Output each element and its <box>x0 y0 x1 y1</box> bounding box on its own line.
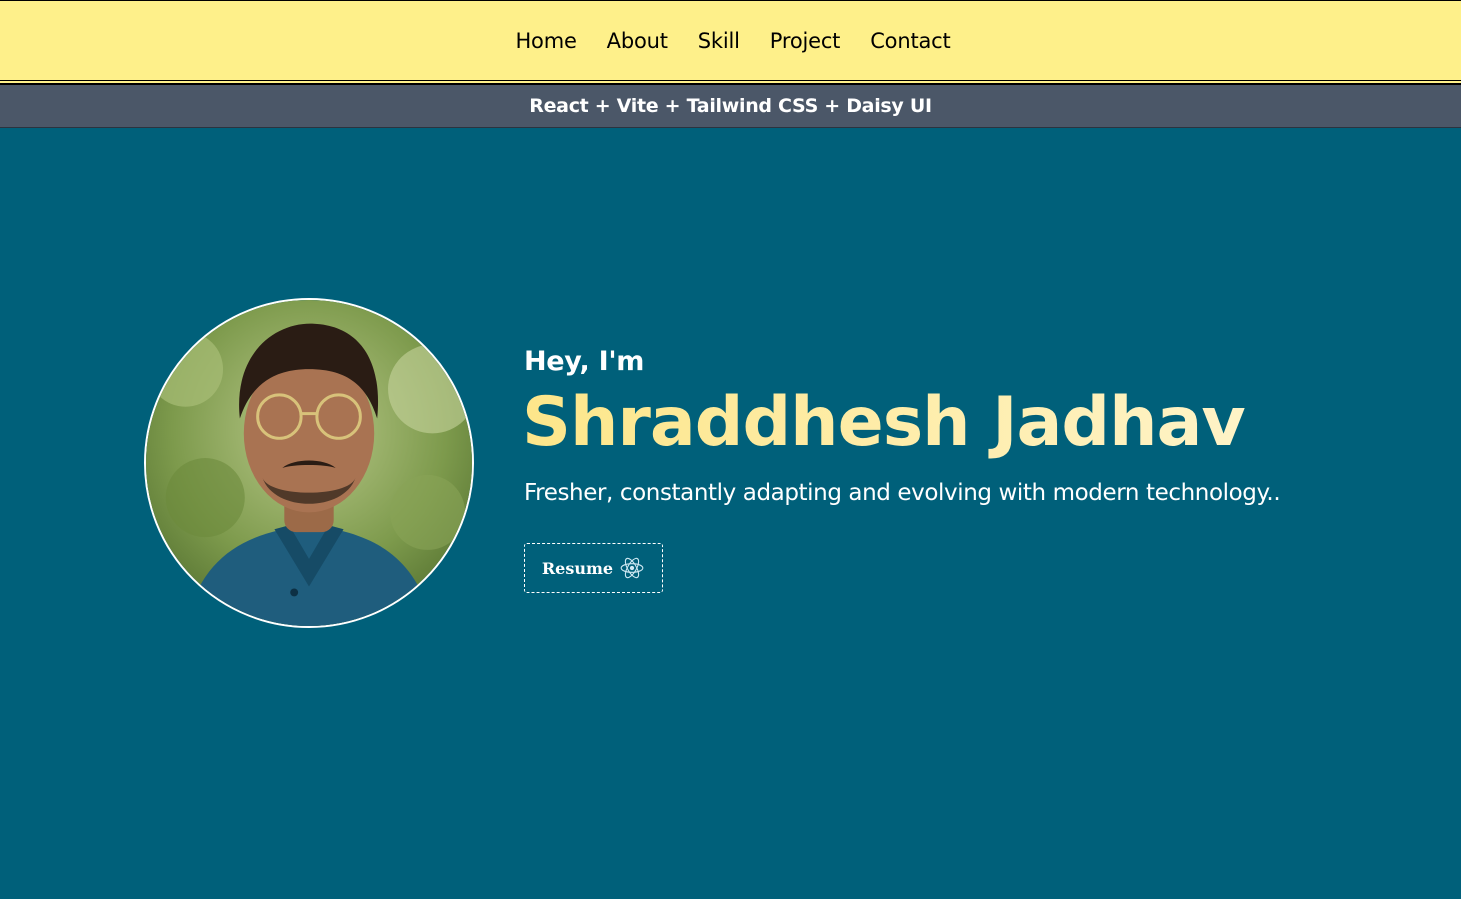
resume-label: Resume <box>541 558 614 578</box>
nav-item-skill: Skill <box>698 29 740 53</box>
react-atom-icon <box>620 557 644 579</box>
nav-link-contact[interactable]: Contact <box>870 29 951 53</box>
hero-tagline: Fresher, constantly adapting and evolvin… <box>524 480 1281 506</box>
tech-stack-text: React + Vite + Tailwind CSS + Daisy UI <box>529 95 932 117</box>
nav-item-home: Home <box>515 29 576 53</box>
hero-section: Hey, I'm Shraddhesh Jadhav Fresher, cons… <box>0 128 1461 899</box>
tech-stack-banner: React + Vite + Tailwind CSS + Daisy UI <box>0 85 1461 128</box>
nav-link-project[interactable]: Project <box>770 29 841 53</box>
resume-button[interactable]: Resume <box>524 543 663 593</box>
top-navbar: Home About Skill Project Contact <box>0 0 1461 80</box>
profile-avatar <box>144 298 474 628</box>
profile-photo <box>146 300 472 626</box>
nav-link-home[interactable]: Home <box>515 29 576 53</box>
nav-list: Home About Skill Project Contact <box>510 29 950 53</box>
hero-name: Shraddhesh Jadhav <box>522 383 1246 462</box>
nav-item-project: Project <box>770 29 841 53</box>
nav-link-skill[interactable]: Skill <box>698 29 740 53</box>
nav-item-contact: Contact <box>870 29 951 53</box>
nav-link-about[interactable]: About <box>607 29 668 53</box>
nav-item-about: About <box>607 29 668 53</box>
hero-greeting: Hey, I'm <box>524 346 645 377</box>
